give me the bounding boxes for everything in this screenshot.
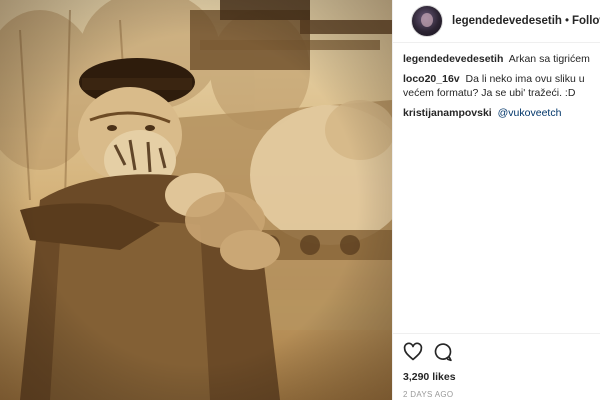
comment-item: kristijanampovski @vukoveetch xyxy=(403,106,593,120)
post-username[interactable]: legendedevedesetih xyxy=(452,15,562,27)
comment-author[interactable]: legendedevedesetih xyxy=(403,53,503,65)
comment-bubble-icon[interactable] xyxy=(433,342,453,362)
post-sidebar: legendedevedesetih • Following legendede… xyxy=(392,0,600,400)
sepia-photo-illustration xyxy=(0,0,392,400)
comment-item: loco20_16v Da li neko ima ovu sliku u ve… xyxy=(403,72,593,100)
comment-author[interactable]: loco20_16v xyxy=(403,73,460,85)
comment-item: legendedevedesetih Arkan sa tigrićem xyxy=(403,52,593,66)
instagram-post: legendedevedesetih • Following legendede… xyxy=(0,0,600,400)
likes-count[interactable]: 3,290 likes xyxy=(403,371,600,383)
comment-mention[interactable]: @vukoveetch xyxy=(498,107,562,119)
action-icons xyxy=(403,342,600,362)
comment-list: legendedevedesetih Arkan sa tigrićem loc… xyxy=(393,46,600,331)
post-header: legendedevedesetih • Following xyxy=(393,0,600,43)
separator-dot: • xyxy=(564,15,569,27)
comment-author[interactable]: kristijanampovski xyxy=(403,107,492,119)
post-actions: 3,290 likes 2 DAYS AGO xyxy=(393,333,600,399)
post-photo[interactable] xyxy=(0,0,392,400)
avatar[interactable] xyxy=(411,5,443,37)
heart-icon[interactable] xyxy=(403,342,423,362)
comment-text: Arkan sa tigrićem xyxy=(508,53,590,65)
post-timestamp[interactable]: 2 DAYS AGO xyxy=(403,390,600,399)
following-button[interactable]: Following xyxy=(572,15,600,27)
